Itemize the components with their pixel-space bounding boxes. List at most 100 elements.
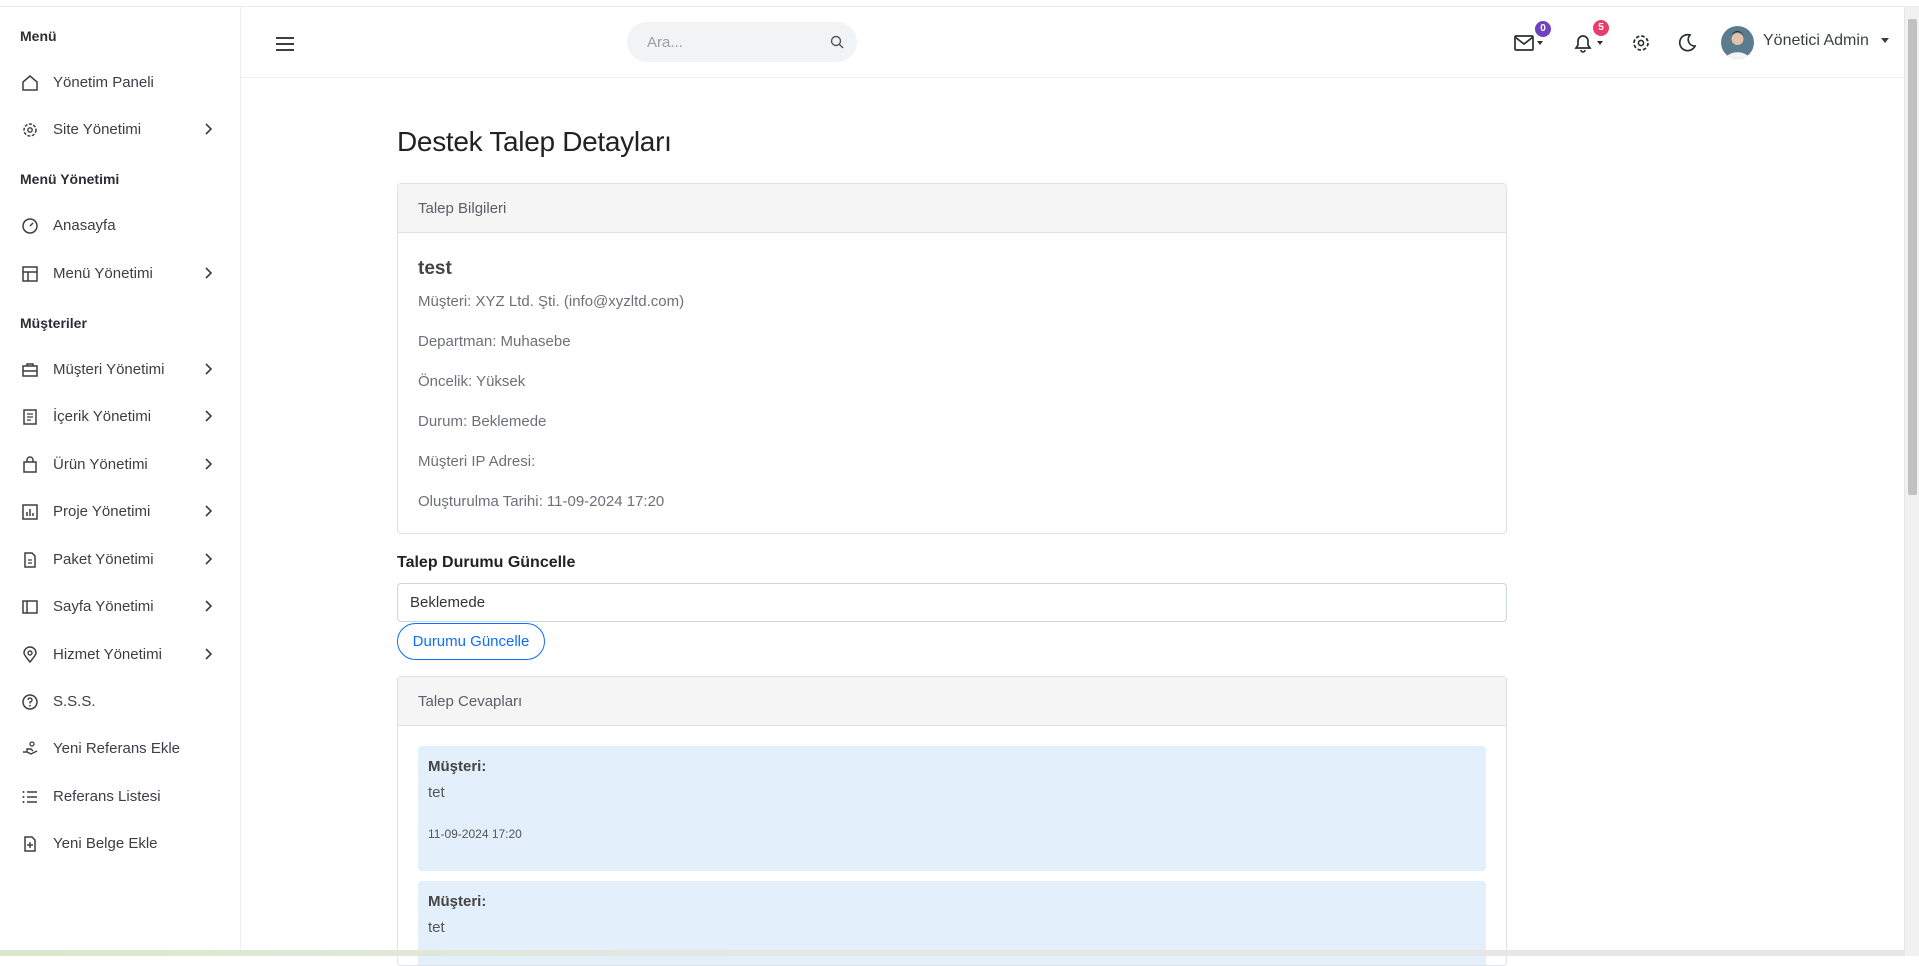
mail-icon[interactable] — [1513, 31, 1537, 55]
update-status-button[interactable]: Durumu Güncelle — [397, 623, 545, 660]
sidebar-item-icerik-yonetimi[interactable]: İçerik Yönetimi — [0, 396, 240, 436]
chevron-right-icon — [205, 600, 213, 612]
sidebar-item-urun-yonetimi[interactable]: Ürün Yönetimi — [0, 444, 240, 484]
document-icon — [23, 409, 37, 425]
bell-icon[interactable] — [1571, 31, 1595, 55]
reply-message: tet — [428, 919, 445, 936]
ticket-department: Departman: Muhasebe — [418, 333, 571, 350]
reply-author: Müşteri: — [428, 758, 487, 775]
ticket-subject: test — [418, 258, 452, 279]
sidebar-layout-icon — [22, 600, 38, 614]
top-border — [0, 0, 1919, 7]
briefcase-icon — [22, 363, 38, 377]
sidebar-item-yeni-belge-ekle[interactable]: Yeni Belge Ekle — [0, 823, 240, 863]
list-icon — [22, 791, 37, 803]
chevron-right-icon — [205, 410, 213, 422]
sidebar-item-yonetim-paneli[interactable]: Yönetim Paneli — [0, 62, 240, 102]
sidebar-item-sayfa-yonetimi[interactable]: Sayfa Yönetimi — [0, 586, 240, 626]
notification-dropdown-caret — [1597, 41, 1603, 45]
chevron-right-icon — [205, 505, 213, 517]
sidebar-item-referans-listesi[interactable]: Referans Listesi — [0, 776, 240, 816]
location-pin-icon — [23, 646, 37, 664]
avatar[interactable] — [1721, 26, 1754, 59]
sidebar-item-label: Site Yönetimi — [53, 120, 142, 138]
file-icon — [24, 552, 36, 568]
search-icon[interactable] — [830, 35, 844, 49]
page-scrollbar[interactable] — [1904, 7, 1919, 956]
reply-timestamp: 11-09-2024 17:20 — [428, 827, 522, 841]
ticket-info-card: Talep Bilgileri test Müşteri: XYZ Ltd. Ş… — [397, 183, 1507, 534]
ticket-customer-ip: Müşteri IP Adresi: — [418, 453, 536, 470]
ticket-status: Durum: Beklemede — [418, 413, 547, 430]
chevron-right-icon — [205, 363, 213, 375]
sidebar-item-label: Yeni Referans Ekle — [53, 739, 181, 757]
ticket-customer: Müşteri: XYZ Ltd. Şti. (info@xyzltd.com) — [418, 293, 685, 310]
chart-icon — [22, 504, 38, 520]
user-dropdown-caret[interactable] — [1881, 38, 1889, 43]
page-title: Destek Talep Detayları — [397, 126, 672, 157]
hand-icon — [23, 741, 38, 755]
ticket-replies-card: Talep Cevapları Müşteri: tet 11-09-2024 … — [397, 676, 1507, 966]
mail-badge: 0 — [1535, 21, 1551, 37]
sidebar-item-paket-yonetimi[interactable]: Paket Yönetimi — [0, 539, 240, 579]
status-select[interactable]: Beklemede — [397, 583, 1507, 622]
bottom-edge — [0, 950, 1904, 956]
sidebar-item-menu-yonetimi[interactable]: Menü Yönetimi — [0, 253, 240, 293]
notification-badge: 5 — [1593, 20, 1609, 36]
hamburger-menu-icon[interactable] — [274, 33, 296, 55]
sidebar-item-label: Menü Yönetimi — [53, 264, 153, 282]
status-update-label: Talep Durumu Güncelle — [397, 554, 576, 571]
sidebar-item-label: Ürün Yönetimi — [53, 455, 148, 473]
mail-dropdown-caret — [1537, 41, 1543, 45]
sidebar: Menü Yönetim Paneli Site Yönetimi Menü Y… — [0, 7, 241, 956]
sidebar-item-label: Hizmet Yönetimi — [53, 645, 162, 663]
gear-icon[interactable] — [1629, 31, 1653, 55]
chevron-right-icon — [205, 267, 213, 279]
reply-item: Müşteri: tet 11-09-2024 17:20 — [418, 746, 1486, 871]
sidebar-item-anasayfa[interactable]: Anasayfa — [0, 205, 240, 245]
user-name[interactable]: Yönetici Admin — [1763, 32, 1869, 50]
sidebar-section-title: Müşteriler — [20, 315, 87, 331]
card-header: Talep Bilgileri — [398, 184, 1506, 233]
sidebar-item-label: S.S.S. — [53, 692, 96, 710]
sidebar-section-title: Menü — [20, 28, 57, 44]
shopping-bag-icon — [23, 456, 37, 473]
sidebar-item-site-yonetimi[interactable]: Site Yönetimi — [0, 109, 240, 149]
scrollbar-thumb[interactable] — [1908, 19, 1917, 495]
sidebar-item-label: Paket Yönetimi — [53, 550, 154, 568]
ticket-created-date: Oluşturulma Tarihi: 11-09-2024 17:20 — [418, 493, 665, 510]
sidebar-item-sss[interactable]: S.S.S. — [0, 681, 240, 721]
sidebar-section-title: Menü Yönetimi — [20, 171, 120, 187]
chevron-right-icon — [205, 123, 213, 135]
sidebar-item-hizmet-yonetimi[interactable]: Hizmet Yönetimi — [0, 634, 240, 674]
top-header: 0 5 Yönetici Admin — [241, 7, 1904, 78]
sidebar-item-label: Referans Listesi — [53, 787, 161, 805]
file-add-icon — [24, 836, 36, 852]
gear-icon — [23, 123, 37, 137]
sidebar-item-label: Yönetim Paneli — [53, 73, 154, 91]
sidebar-item-label: Müşteri Yönetimi — [53, 360, 165, 378]
card-header: Talep Cevapları — [398, 677, 1506, 726]
sidebar-item-label: İçerik Yönetimi — [53, 407, 152, 425]
ticket-priority: Öncelik: Yüksek — [418, 373, 526, 390]
sidebar-item-label: Proje Yönetimi — [53, 502, 151, 520]
chevron-right-icon — [205, 648, 213, 660]
reply-message: tet — [428, 784, 445, 801]
home-icon — [22, 75, 38, 91]
layout-icon — [22, 266, 38, 282]
moon-icon[interactable] — [1675, 31, 1699, 55]
dashboard-icon — [22, 218, 38, 234]
user-avatar-icon — [1721, 26, 1754, 59]
chevron-right-icon — [205, 458, 213, 470]
search-input[interactable] — [627, 22, 857, 62]
sidebar-item-musteri-yonetimi[interactable]: Müşteri Yönetimi — [0, 349, 240, 389]
question-circle-icon — [22, 694, 38, 710]
sidebar-item-label: Yeni Belge Ekle — [53, 834, 158, 852]
sidebar-item-yeni-referans-ekle[interactable]: Yeni Referans Ekle — [0, 728, 240, 768]
reply-author: Müşteri: — [428, 893, 487, 910]
sidebar-item-proje-yonetimi[interactable]: Proje Yönetimi — [0, 491, 240, 531]
chevron-right-icon — [205, 553, 213, 565]
search-box — [627, 22, 857, 62]
sidebar-item-label: Sayfa Yönetimi — [53, 597, 154, 615]
sidebar-item-label: Anasayfa — [53, 216, 116, 234]
